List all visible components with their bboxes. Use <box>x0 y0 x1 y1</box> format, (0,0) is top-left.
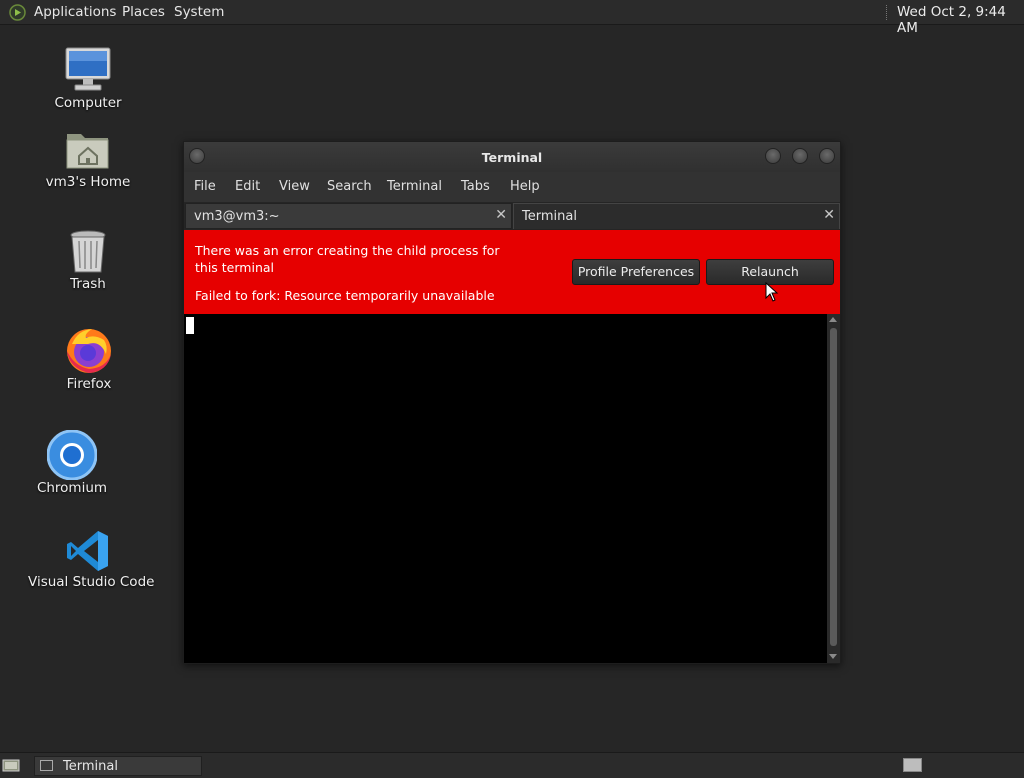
mouse-pointer-icon <box>765 282 779 302</box>
taskbar-item-label: Terminal <box>63 759 118 774</box>
terminal-screen[interactable] <box>184 314 827 663</box>
terminal-icon <box>40 760 53 771</box>
panel-separator <box>886 5 889 20</box>
taskbar-item-terminal[interactable]: Terminal <box>34 756 202 776</box>
desktop-icon-label: Visual Studio Code <box>28 574 155 590</box>
tab-bar: vm3@vm3:~ ✕ Terminal ✕ <box>184 202 840 230</box>
scrollbar[interactable] <box>827 314 840 663</box>
menu-terminal[interactable]: Terminal <box>387 179 442 194</box>
scroll-up-arrow-icon[interactable] <box>829 317 837 322</box>
window-title: Terminal <box>481 150 543 165</box>
desktop-icon-label: Chromium <box>36 480 108 496</box>
tab-label: Terminal <box>522 209 577 224</box>
text-cursor <box>186 317 194 334</box>
firefox-icon <box>67 329 111 373</box>
applications-menu[interactable]: Applications <box>34 4 116 20</box>
close-tab-icon[interactable]: ✕ <box>495 207 507 223</box>
desktop-icon-label: Computer <box>54 95 122 111</box>
desktop-icon-label: Firefox <box>66 376 112 392</box>
desktop-icon-home[interactable]: vm3's Home <box>28 128 148 190</box>
desktop-icon-firefox[interactable]: Firefox <box>29 326 149 392</box>
show-desktop-icon[interactable] <box>2 758 20 773</box>
chromium-icon <box>47 430 97 480</box>
menu-edit[interactable]: Edit <box>235 179 260 194</box>
profile-preferences-button[interactable]: Profile Preferences <box>572 259 700 285</box>
vscode-icon <box>67 531 108 571</box>
minimize-icon[interactable] <box>765 148 781 164</box>
maximize-icon[interactable] <box>792 148 808 164</box>
close-tab-icon[interactable]: ✕ <box>823 207 835 223</box>
menu-search[interactable]: Search <box>327 179 372 194</box>
computer-icon <box>65 47 111 91</box>
error-infobar: There was an error creating the child pr… <box>184 230 840 314</box>
bottom-panel: Terminal <box>0 752 1024 778</box>
error-detail: Failed to fork: Resource temporarily una… <box>195 288 495 303</box>
clock[interactable]: Wed Oct 2, 9:44 AM <box>897 4 1024 36</box>
scroll-thumb[interactable] <box>830 328 837 646</box>
tab-terminal[interactable]: Terminal ✕ <box>513 203 840 229</box>
terminal-window: Terminal File Edit View Search Terminal … <box>183 141 841 664</box>
top-panel: Applications Places System Wed Oct 2, 9:… <box>0 0 1024 36</box>
menubar: File Edit View Search Terminal Tabs Help <box>184 172 840 202</box>
desktop-icon-computer[interactable]: Computer <box>28 45 148 111</box>
home-folder-icon <box>66 134 109 169</box>
places-menu[interactable]: Places <box>122 4 165 20</box>
menu-tabs[interactable]: Tabs <box>461 179 490 194</box>
scroll-down-arrow-icon[interactable] <box>829 654 837 659</box>
menu-help[interactable]: Help <box>510 179 540 194</box>
window-titlebar[interactable]: Terminal <box>184 142 840 172</box>
system-menu[interactable]: System <box>174 4 224 20</box>
desktop-icon-chromium[interactable]: Chromium <box>12 430 132 496</box>
error-message: There was an error creating the child pr… <box>195 243 500 275</box>
desktop-icon-vscode[interactable]: Visual Studio Code <box>28 528 155 590</box>
close-window-icon[interactable] <box>819 148 835 164</box>
menu-file[interactable]: File <box>194 179 216 194</box>
workspace-switcher[interactable] <box>903 758 922 772</box>
desktop-icon-trash[interactable]: Trash <box>28 228 148 292</box>
tab-label: vm3@vm3:~ <box>194 209 280 224</box>
desktop-icon-label: Trash <box>70 276 106 292</box>
mate-logo-icon[interactable] <box>9 4 26 21</box>
tab-vm3-home[interactable]: vm3@vm3:~ ✕ <box>185 203 512 229</box>
desktop-icon-label: vm3's Home <box>45 174 131 190</box>
menu-view[interactable]: View <box>279 179 310 194</box>
trash-icon <box>70 230 106 273</box>
